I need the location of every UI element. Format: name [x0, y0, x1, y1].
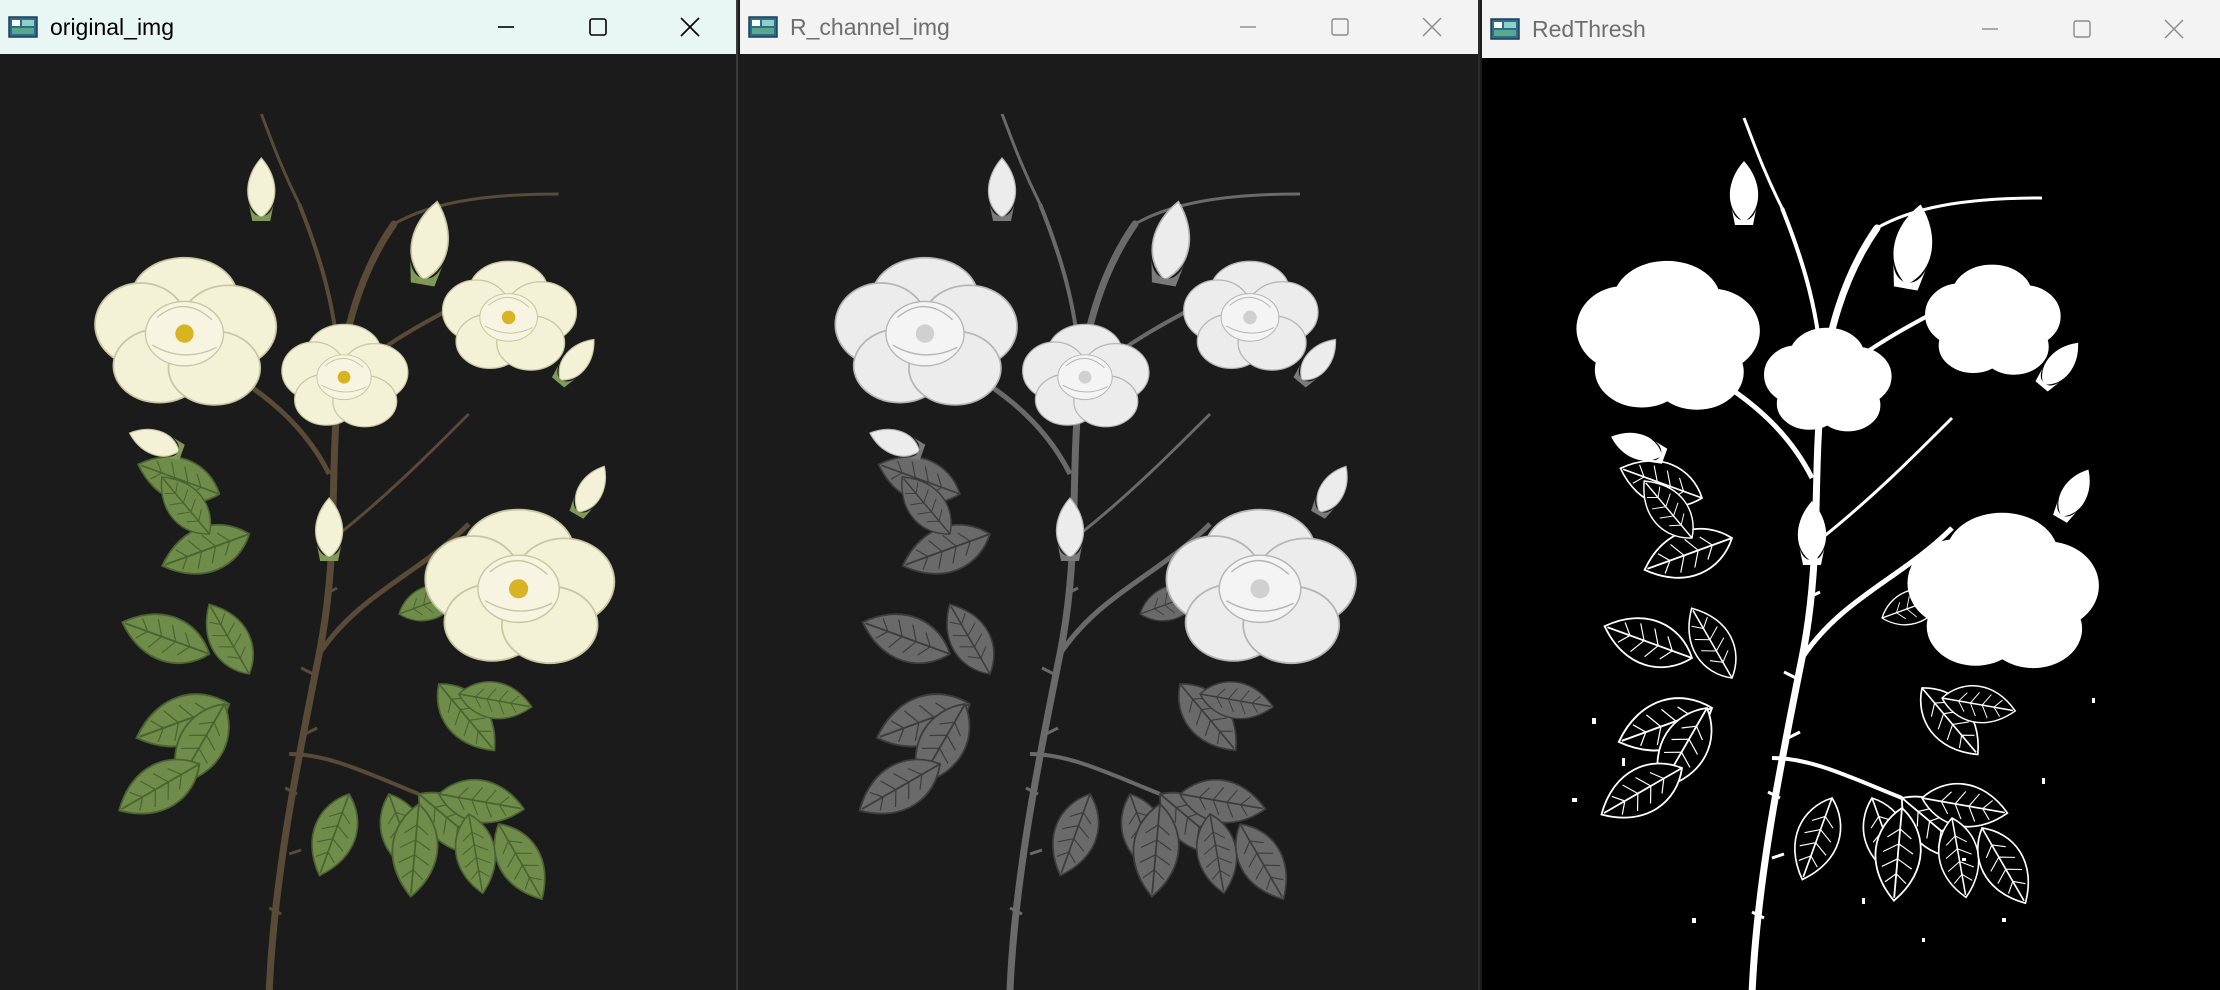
app-icon	[8, 16, 38, 38]
title-bar[interactable]: R_channel_img	[740, 0, 1478, 54]
close-button[interactable]	[644, 0, 736, 54]
maximize-button[interactable]	[552, 0, 644, 54]
minimize-icon	[498, 26, 514, 28]
minimize-button[interactable]	[1944, 0, 2036, 58]
maximize-icon	[1331, 18, 1349, 36]
maximize-icon	[589, 18, 607, 36]
close-icon	[680, 17, 700, 37]
window-title: original_img	[50, 13, 175, 40]
minimize-icon	[1982, 28, 1998, 30]
window-title: R_channel_img	[790, 13, 950, 40]
title-bar[interactable]: RedThresh	[1482, 0, 2220, 58]
image-canvas	[0, 54, 736, 990]
rose-illustration-color	[0, 54, 736, 990]
app-icon	[748, 16, 778, 38]
maximize-button[interactable]	[2036, 0, 2128, 58]
image-canvas	[1482, 58, 2220, 990]
image-canvas	[740, 54, 1478, 990]
window-original-img[interactable]: original_img	[0, 0, 738, 990]
title-bar[interactable]: original_img	[0, 0, 736, 54]
window-title: RedThresh	[1532, 15, 1646, 42]
close-icon	[2164, 19, 2184, 39]
window-r-channel-img[interactable]: R_channel_img	[740, 0, 1480, 990]
maximize-icon	[2073, 20, 2091, 38]
close-button[interactable]	[1386, 0, 1478, 54]
close-icon	[1422, 17, 1442, 37]
minimize-icon	[1240, 26, 1256, 28]
minimize-button[interactable]	[460, 0, 552, 54]
minimize-button[interactable]	[1202, 0, 1294, 54]
rose-threshold-mask	[1482, 58, 2220, 990]
window-red-thresh[interactable]: RedThresh	[1482, 0, 2220, 990]
app-icon	[1490, 18, 1520, 40]
rose-illustration-red-channel	[740, 54, 1478, 990]
maximize-button[interactable]	[1294, 0, 1386, 54]
close-button[interactable]	[2128, 0, 2220, 58]
